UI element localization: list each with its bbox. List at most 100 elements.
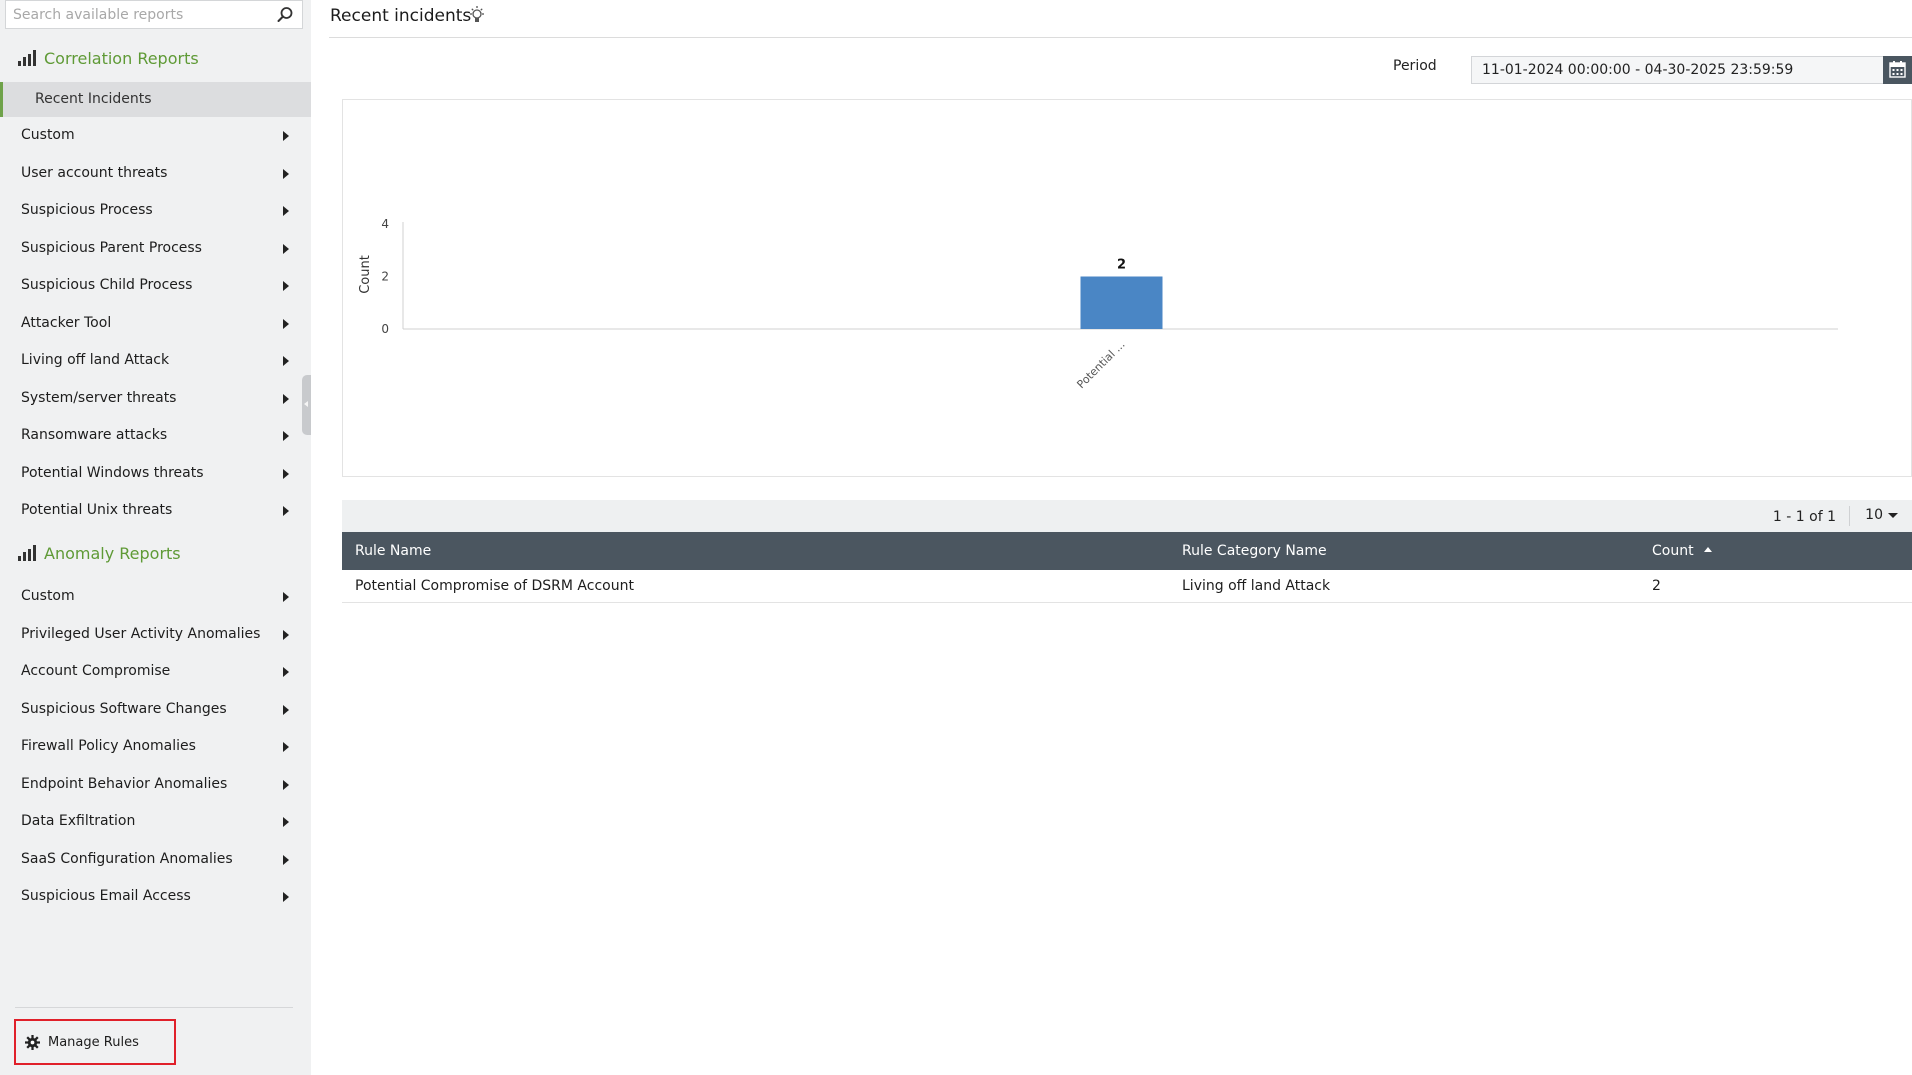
chart-panel: 0 2 4 Count 2 Potential ... xyxy=(342,99,1912,477)
chevron-right-icon xyxy=(283,168,289,179)
grid-header: Rule Name Rule Category Name Count xyxy=(342,532,1912,570)
sidebar-anomaly-item[interactable]: Custom xyxy=(0,581,311,611)
anomaly-reports-label: Anomaly Reports xyxy=(44,543,181,563)
sidebar-correlation-item[interactable]: Suspicious Child Process xyxy=(0,270,311,300)
sidebar-item-label: Suspicious Parent Process xyxy=(21,239,202,256)
chevron-right-icon xyxy=(283,281,289,291)
y-tick-label: 2 xyxy=(381,270,389,284)
page-size-value: 10 xyxy=(1865,507,1883,523)
chevron-right-icon xyxy=(283,742,289,752)
sidebar: Correlation Reports Recent Incidents Cus… xyxy=(0,0,311,1075)
page-title: Recent incidents xyxy=(330,6,472,26)
title-divider xyxy=(329,37,1912,38)
sidebar-item-label: Attacker Tool xyxy=(21,314,112,331)
chevron-right-icon xyxy=(283,704,289,715)
column-header-count[interactable]: Count xyxy=(1652,532,1712,570)
sidebar-item-label: Data Exfiltration xyxy=(21,813,136,829)
sidebar-anomaly-item[interactable]: Firewall Policy Anomalies xyxy=(0,731,311,761)
sidebar-item-label: Privileged User Activity Anomalies xyxy=(21,625,261,642)
count-cell: 2 xyxy=(1652,578,1661,594)
sidebar-anomaly-item[interactable]: Endpoint Behavior Anomalies xyxy=(0,769,311,799)
chevron-right-icon xyxy=(283,431,289,441)
sidebar-item-label: Living off land Attack xyxy=(21,352,170,368)
sidebar-item-label: Custom xyxy=(21,588,75,604)
correlation-reports-heading[interactable]: Correlation Reports xyxy=(18,46,199,70)
sidebar-anomaly-item[interactable]: SaaS Configuration Anomalies xyxy=(0,844,311,874)
sidebar-correlation-item[interactable]: Custom xyxy=(0,120,311,150)
manage-rules-button[interactable]: Manage Rules xyxy=(14,1019,176,1065)
sidebar-correlation-item[interactable]: Attacker Tool xyxy=(0,308,311,338)
sidebar-item-label: Endpoint Behavior Anomalies xyxy=(21,775,228,792)
search-icon[interactable] xyxy=(276,6,294,24)
period-label: Period xyxy=(1393,58,1437,74)
sidebar-correlation-item[interactable]: Suspicious Parent Process xyxy=(0,233,311,263)
search-input[interactable] xyxy=(6,1,266,28)
sidebar-item-label: Suspicious Process xyxy=(21,202,153,218)
chevron-right-icon xyxy=(283,243,289,254)
sidebar-anomaly-item[interactable]: Data Exfiltration xyxy=(0,806,311,836)
gear-icon xyxy=(25,1034,40,1050)
sidebar-item-label: Suspicious Software Changes xyxy=(21,700,227,717)
manage-rules-label: Manage Rules xyxy=(48,1034,139,1050)
chevron-right-icon xyxy=(283,506,289,516)
chevron-right-icon xyxy=(283,356,289,366)
sidebar-correlation-item[interactable]: User account threats xyxy=(0,158,311,188)
chevron-right-icon xyxy=(283,854,289,865)
bar-chart-icon xyxy=(18,545,36,561)
chevron-right-icon xyxy=(283,817,289,827)
column-header-rule-name[interactable]: Rule Name xyxy=(355,532,431,570)
sidebar-correlation-item[interactable]: System/server threats xyxy=(0,383,311,413)
rule-name-cell[interactable]: Potential Compromise of DSRM Account xyxy=(355,570,634,603)
sidebar-anomaly-item[interactable]: Suspicious Email Access xyxy=(0,881,311,911)
calendar-icon xyxy=(1889,61,1906,78)
chevron-right-icon xyxy=(283,318,289,329)
anomaly-reports-heading[interactable]: Anomaly Reports xyxy=(18,541,181,565)
sidebar-correlation-item[interactable]: Suspicious Process xyxy=(0,195,311,225)
calendar-button[interactable] xyxy=(1883,56,1912,84)
page-size-select[interactable]: 10 xyxy=(1865,507,1898,523)
chevron-right-icon xyxy=(283,779,289,790)
rule-category-cell: Living off land Attack xyxy=(1182,578,1331,594)
sidebar-item-label: Potential Unix threats xyxy=(21,502,173,518)
y-tick-label: 4 xyxy=(381,217,389,231)
sidebar-item-label: Potential Windows threats xyxy=(21,464,204,481)
bar-chart-icon xyxy=(18,50,36,66)
sidebar-item-label: SaaS Configuration Anomalies xyxy=(21,850,233,867)
pager-info: 1 - 1 of 1 xyxy=(1772,509,1836,525)
sidebar-correlation-item[interactable]: Living off land Attack xyxy=(0,345,311,375)
chevron-right-icon xyxy=(283,206,289,216)
x-tick-label: Potential ... xyxy=(1074,338,1127,391)
sidebar-item-label: Suspicious Child Process xyxy=(21,277,193,293)
sidebar-collapse-handle[interactable] xyxy=(302,375,311,435)
chevron-right-icon xyxy=(283,667,289,677)
sidebar-item-label: Firewall Policy Anomalies xyxy=(21,738,196,754)
sidebar-correlation-item[interactable]: Ransomware attacks xyxy=(0,420,311,450)
sidebar-correlation-item[interactable]: Potential Windows threats xyxy=(0,458,311,488)
sidebar-item-label: System/server threats xyxy=(21,389,177,406)
column-header-rule-category[interactable]: Rule Category Name xyxy=(1182,532,1327,570)
sidebar-anomaly-item[interactable]: Privileged User Activity Anomalies xyxy=(0,619,311,649)
sidebar-item-label: User account threats xyxy=(21,164,168,181)
sidebar-divider xyxy=(15,1007,293,1008)
grid-toolbar: 1 - 1 of 1 10 xyxy=(342,500,1912,532)
chevron-right-icon xyxy=(283,468,289,479)
sidebar-correlation-item[interactable]: Potential Unix threats xyxy=(0,495,311,525)
sidebar-anomaly-item[interactable]: Suspicious Software Changes xyxy=(0,694,311,724)
sidebar-item-label: Suspicious Email Access xyxy=(21,888,191,904)
y-tick-label: 0 xyxy=(381,322,389,336)
bar xyxy=(1080,276,1163,329)
pager-separator xyxy=(1849,506,1850,526)
sidebar-item-recent-incidents[interactable]: Recent Incidents xyxy=(0,82,311,117)
y-axis-label: Count xyxy=(358,255,373,294)
bar-data-label: 2 xyxy=(1117,258,1126,273)
sort-ascending-icon xyxy=(1703,546,1712,552)
incident-bar-chart: 0 2 4 Count 2 Potential ... xyxy=(358,217,1838,391)
sidebar-anomaly-item[interactable]: Account Compromise xyxy=(0,656,311,686)
table-row[interactable]: Potential Compromise of DSRM Account Liv… xyxy=(342,570,1912,603)
chevron-right-icon xyxy=(283,393,289,404)
chevron-down-icon xyxy=(1888,512,1898,518)
chevron-right-icon xyxy=(283,131,289,141)
period-date-range-field[interactable]: 11-01-2024 00:00:00 - 04-30-2025 23:59:5… xyxy=(1471,56,1901,84)
lightbulb-icon[interactable] xyxy=(468,5,486,25)
sidebar-item-label: Ransomware attacks xyxy=(21,427,168,443)
